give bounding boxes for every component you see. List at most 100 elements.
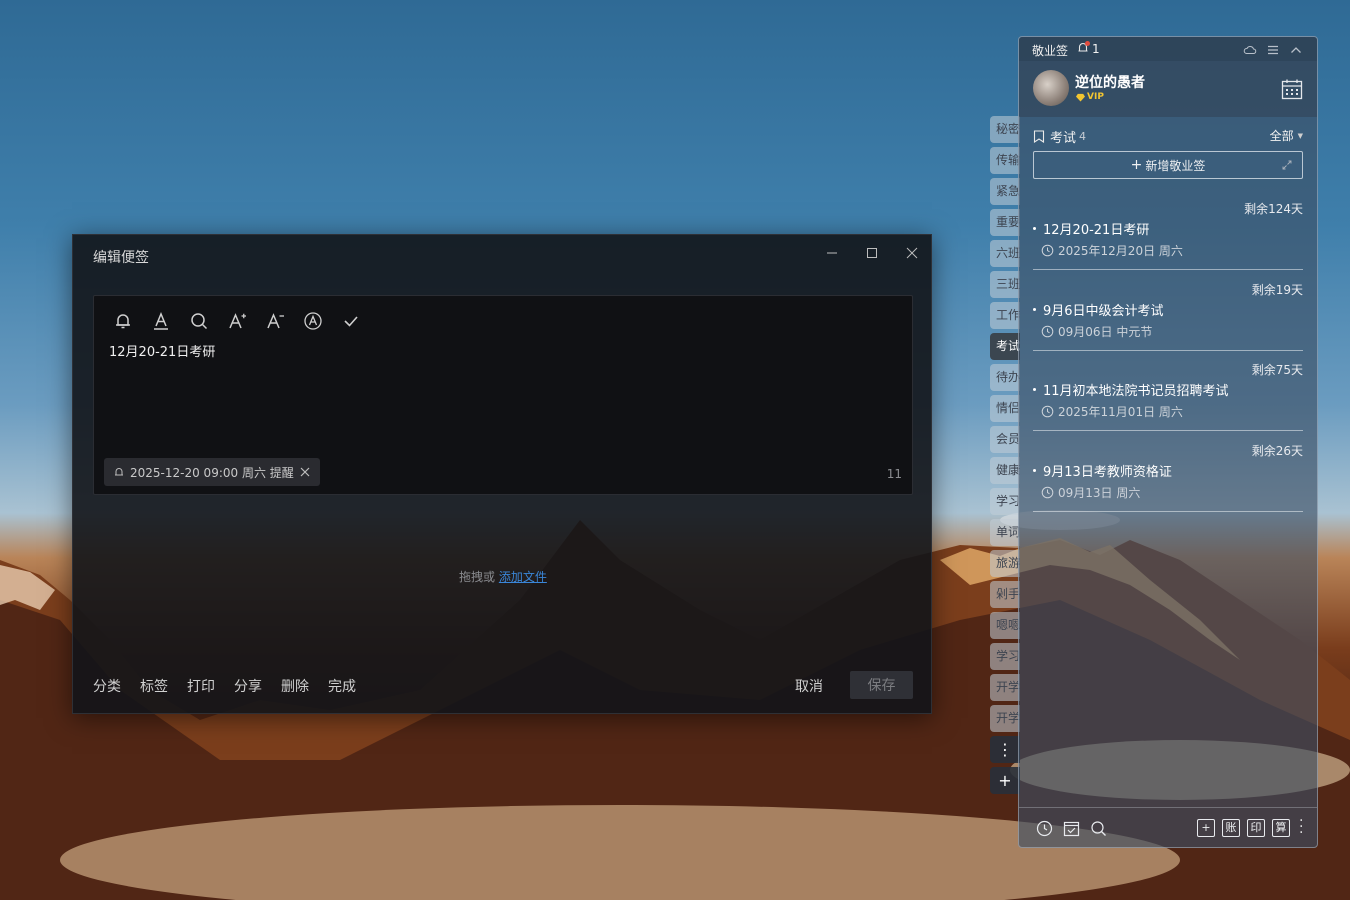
filter-label: 全部 (1269, 129, 1294, 143)
maximize-button[interactable] (862, 245, 882, 265)
category-tab[interactable]: 秘密 (990, 116, 1020, 143)
bookmark-icon (1033, 130, 1045, 143)
cloud-sync-icon[interactable] (1243, 42, 1259, 56)
current-category[interactable]: 考试 4 (1033, 127, 1086, 146)
collapse-icon[interactable] (1289, 42, 1305, 56)
minimize-icon (827, 252, 837, 254)
ledger-button[interactable]: 账 (1222, 819, 1240, 837)
notification-dot (1085, 41, 1090, 46)
note-title: 9月6日中级会计考试 (1033, 300, 1164, 319)
share-action[interactable]: 分享 (234, 676, 262, 696)
stamp-button[interactable]: 印 (1247, 819, 1265, 837)
note-title-text: 11月初本地法院书记员招聘考试 (1043, 384, 1229, 399)
note-item[interactable]: 剩余26天 9月13日考教师资格证 09月13日 周六 (1033, 442, 1303, 512)
username: 逆位的愚者 (1075, 75, 1145, 91)
clock-icon (1041, 244, 1054, 257)
note-date: 2025年11月01日 周六 (1041, 403, 1183, 420)
category-tab[interactable]: 情侣 (990, 395, 1020, 422)
more-vertical-icon[interactable]: · · · (1299, 814, 1303, 840)
note-title: 9月13日考教师资格证 (1033, 461, 1172, 480)
days-remaining: 剩余124天 (1244, 202, 1303, 216)
more-tabs-button[interactable]: ⋮ (990, 736, 1020, 763)
tag-action[interactable]: 标签 (140, 676, 168, 696)
delete-action[interactable]: 删除 (281, 676, 309, 696)
reminder-chip[interactable]: 2025-12-20 09:00 周六 提醒 (104, 458, 320, 486)
character-count: 11 (886, 467, 902, 481)
add-box-button[interactable]: + (1197, 819, 1215, 837)
category-tab[interactable]: 六班 (990, 240, 1020, 267)
category-tab[interactable]: 三班 (990, 271, 1020, 298)
days-remaining: 剩余19天 (1251, 282, 1303, 297)
category-tab[interactable]: 剁手 (990, 581, 1020, 608)
font-increase-icon[interactable] (224, 310, 250, 332)
category-tab[interactable]: 单词 (990, 519, 1020, 546)
save-button[interactable]: 保存 (850, 671, 913, 699)
text-color-icon[interactable] (148, 310, 174, 332)
days-remaining: 剩余26天 (1251, 443, 1303, 458)
category-tab[interactable]: 待办 (990, 364, 1020, 391)
note-title-text: 9月13日考教师资格证 (1043, 464, 1172, 480)
category-tab[interactable]: 开学 (990, 674, 1020, 701)
search-icon[interactable] (1090, 820, 1108, 838)
window-title: 编辑便签 (93, 250, 149, 266)
category-tab[interactable]: 旅游 (990, 550, 1020, 577)
category-tab[interactable]: 健康 (990, 457, 1020, 484)
close-button[interactable] (902, 245, 922, 265)
note-editor-box[interactable]: 12月20-21日考研 2025-12-20 09:00 周六 提醒 11 (93, 295, 913, 495)
vip-badge: VIP (1076, 92, 1104, 102)
add-note-label: 新增敬业签 (1145, 158, 1206, 173)
text-style-icon[interactable] (300, 310, 326, 332)
category-tab[interactable]: 紧急 (990, 178, 1020, 205)
category-action[interactable]: 分类 (93, 676, 121, 696)
category-tab[interactable]: 学习 (990, 643, 1020, 670)
calendar-icon[interactable] (1280, 77, 1304, 101)
note-title: 12月20-21日考研 (1033, 219, 1149, 238)
menu-icon[interactable] (1266, 42, 1282, 56)
search-icon[interactable] (186, 310, 212, 332)
note-item[interactable]: 剩余19天 9月6日中级会计考试 09月06日 中元节 (1033, 281, 1303, 351)
complete-action[interactable]: 完成 (328, 676, 356, 696)
reminder-text: 2025-12-20 09:00 周六 提醒 (130, 465, 294, 480)
print-action[interactable]: 打印 (187, 676, 215, 696)
expand-icon[interactable] (1282, 160, 1292, 170)
avatar[interactable] (1033, 70, 1069, 106)
category-tab[interactable]: 工作 (990, 302, 1020, 329)
category-tab[interactable]: 考试 (990, 333, 1020, 360)
minimize-button[interactable] (822, 245, 842, 265)
category-tab[interactable]: 学习 (990, 488, 1020, 515)
category-tab[interactable]: 嗯嗯 (990, 612, 1020, 639)
note-date-text: 09月06日 中元节 (1058, 324, 1153, 339)
remove-reminder-icon[interactable] (299, 466, 311, 478)
clock-icon (1041, 325, 1054, 337)
category-tab[interactable]: 传输 (990, 147, 1020, 174)
add-file-link[interactable]: 添加文件 (499, 570, 547, 584)
category-count: 4 (1079, 130, 1087, 143)
cancel-button[interactable]: 取消 (795, 676, 823, 696)
note-title-text: 9月6日中级会计考试 (1043, 303, 1164, 319)
add-tab-button[interactable]: + (990, 767, 1020, 794)
filter-dropdown[interactable]: 全部 ▼ (1270, 127, 1303, 144)
diamond-icon (1076, 93, 1085, 102)
note-item[interactable]: 剩余75天 11月初本地法院书记员招聘考试 2025年11月01日 周六 (1033, 361, 1303, 431)
category-tab[interactable]: 重要 (990, 209, 1020, 236)
font-decrease-icon[interactable] (262, 310, 288, 332)
days-remaining: 剩余75天 (1251, 363, 1303, 377)
clock-icon[interactable] (1036, 820, 1054, 838)
notes-panel: 敬业签 1 逆位的愚者 VIP 考试 4 全部 ▼ + 新增敬业签 剩余124天… (1018, 36, 1318, 848)
checklist-icon[interactable] (1063, 820, 1081, 838)
note-date-text: 09月13日 周六 (1058, 485, 1141, 500)
bell-icon[interactable] (110, 310, 136, 332)
note-actions-bar: 分类 标签 打印 分享 删除 完成 (93, 676, 356, 696)
category-tab[interactable]: 会员 (990, 426, 1020, 453)
app-name: 敬业签 (1032, 44, 1069, 58)
bullet (1033, 227, 1036, 230)
bullet (1033, 468, 1036, 472)
calculator-button[interactable]: 算 (1272, 819, 1290, 837)
clock-icon (1041, 486, 1054, 498)
note-item[interactable]: 剩余124天 12月20-21日考研 2025年12月20日 周六 (1033, 200, 1303, 270)
add-note-button[interactable]: + 新增敬业签 (1033, 151, 1303, 179)
category-name: 考试 (1050, 131, 1077, 146)
category-tab[interactable]: 开学 (990, 705, 1020, 732)
note-content-text[interactable]: 12月20-21日考研 (109, 341, 215, 360)
check-icon[interactable] (338, 310, 364, 332)
